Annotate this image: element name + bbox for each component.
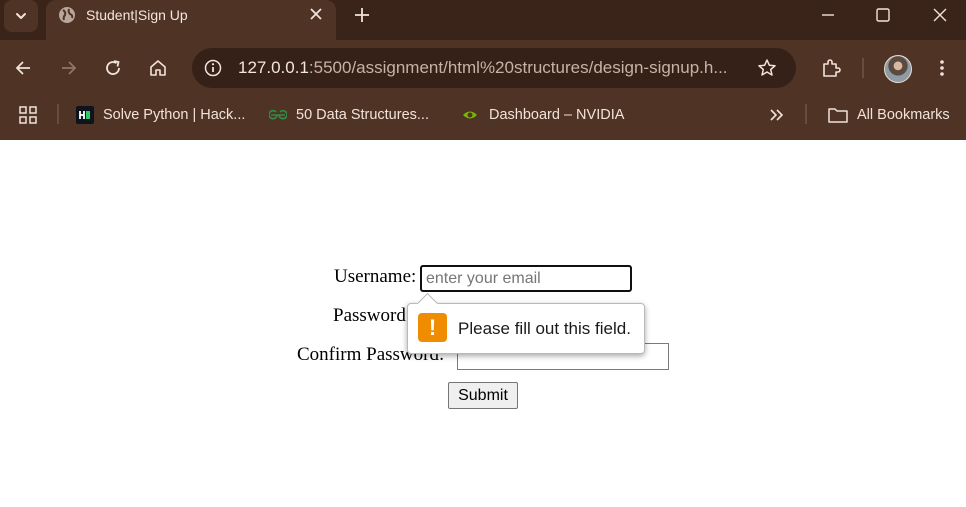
username-label: Username:	[334, 266, 417, 287]
double-chevron-right-icon[interactable]	[767, 106, 785, 124]
back-arrow-icon[interactable]	[14, 58, 34, 78]
close-icon[interactable]	[308, 6, 324, 22]
nvidia-icon	[463, 111, 477, 119]
submit-button[interactable]: Submit	[448, 382, 518, 409]
toolbar-divider	[862, 58, 864, 78]
url-host: 127.0.0.1	[238, 58, 309, 77]
minimize-icon[interactable]	[818, 5, 838, 25]
hackerrank-icon	[76, 106, 94, 124]
tooltip-arrow	[416, 292, 439, 315]
folder-icon	[828, 108, 848, 123]
chevron-down-icon	[16, 13, 26, 19]
more-menu-icon[interactable]	[932, 58, 952, 78]
bookmark-hackerrank[interactable]: Solve Python | Hack...	[103, 105, 245, 125]
new-tab-icon[interactable]	[352, 5, 372, 25]
window-close-icon[interactable]	[930, 5, 950, 25]
address-bar[interactable]: 127.0.0.1:5500/assignment/html%20structu…	[192, 48, 796, 88]
url-text[interactable]: 127.0.0.1:5500/assignment/html%20structu…	[238, 58, 728, 78]
browser-chrome: Student|Sign Up 127.0.0.1:5500/assignmen…	[0, 0, 966, 140]
extensions-icon[interactable]	[820, 57, 842, 79]
all-bookmarks-button[interactable]: All Bookmarks	[857, 105, 950, 125]
home-icon[interactable]	[148, 58, 168, 78]
tab-student-signup[interactable]: Student|Sign Up	[46, 0, 336, 40]
url-path: :5500/assignment/html%20structures/desig…	[308, 58, 728, 77]
bookmarks-divider-2	[805, 104, 807, 124]
globe-icon	[59, 7, 75, 23]
tab-search-button[interactable]	[4, 0, 38, 32]
reload-icon[interactable]	[103, 58, 123, 78]
maximize-icon[interactable]	[873, 5, 893, 25]
warning-icon: !	[418, 313, 447, 342]
site-info-icon[interactable]	[204, 59, 222, 77]
bookmark-nvidia[interactable]: Dashboard – NVIDIA	[489, 105, 624, 125]
username-input[interactable]	[420, 265, 632, 292]
password-label: Password:	[333, 305, 412, 326]
geeksforgeeks-icon	[269, 109, 287, 120]
validation-tooltip: ! Please fill out this field.	[407, 292, 645, 354]
profile-avatar[interactable]	[884, 55, 912, 83]
bookmark-star-icon[interactable]	[757, 58, 777, 78]
tab-title: Student|Sign Up	[86, 7, 188, 23]
validation-message: Please fill out this field.	[458, 319, 631, 338]
bookmarks-divider	[57, 104, 59, 124]
apps-grid-icon[interactable]	[19, 106, 37, 124]
bookmark-data-structures[interactable]: 50 Data Structures...	[296, 105, 429, 125]
forward-arrow-icon[interactable]	[58, 58, 78, 78]
